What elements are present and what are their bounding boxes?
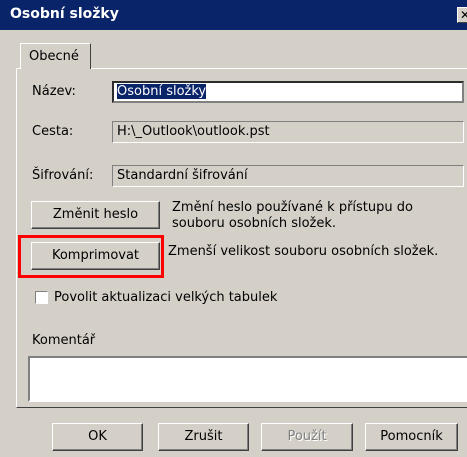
close-icon[interactable]: ✕ [457,7,467,23]
encryption-label: Šifrování: [32,168,94,183]
compact-description: Zmenší velikost souboru osobních složek. [168,244,439,259]
comment-label: Komentář [32,333,96,348]
name-input[interactable]: Osobní složky [112,81,464,103]
ok-button[interactable]: OK [52,423,143,451]
title-bar[interactable]: Osobní složky ✕ [0,0,467,30]
name-input-value: Osobní složky [117,84,207,99]
dialog-window: Osobní složky ✕ Obecné Název: Osobní slo… [0,0,467,457]
name-label: Název: [32,84,76,99]
large-tables-label[interactable]: Povolit aktualizaci velkých tabulek [54,290,277,305]
highlight-box [18,235,164,278]
change-password-description: Změní heslo používané k přístupu do soub… [172,200,413,232]
help-button[interactable]: Pomocník [365,423,458,451]
ok-button-label: OK [88,429,107,444]
apply-button[interactable]: Použít [261,423,353,451]
window-title: Osobní složky [10,6,119,22]
change-password-button-label: Změnit heslo [52,207,139,222]
tab-general[interactable]: Obecné [20,43,91,69]
path-field: H:\_Outlook\outlook.pst [112,121,464,143]
change-password-button[interactable]: Změnit heslo [31,201,160,229]
help-button-label: Pomocník [380,429,443,444]
tab-general-label: Obecné [29,49,79,64]
path-label: Cesta: [32,124,74,139]
encryption-field: Standardní šifrování [112,165,464,187]
change-password-description-line-1: Změní heslo používané k přístupu do [172,200,413,215]
change-password-description-line-2: souboru osobních složek. [172,216,337,231]
large-tables-checkbox[interactable] [35,291,48,304]
cancel-button[interactable]: Zrušit [158,423,249,451]
cancel-button-label: Zrušit [184,429,223,444]
apply-button-label: Použít [287,429,327,444]
comment-textarea[interactable] [28,356,467,402]
